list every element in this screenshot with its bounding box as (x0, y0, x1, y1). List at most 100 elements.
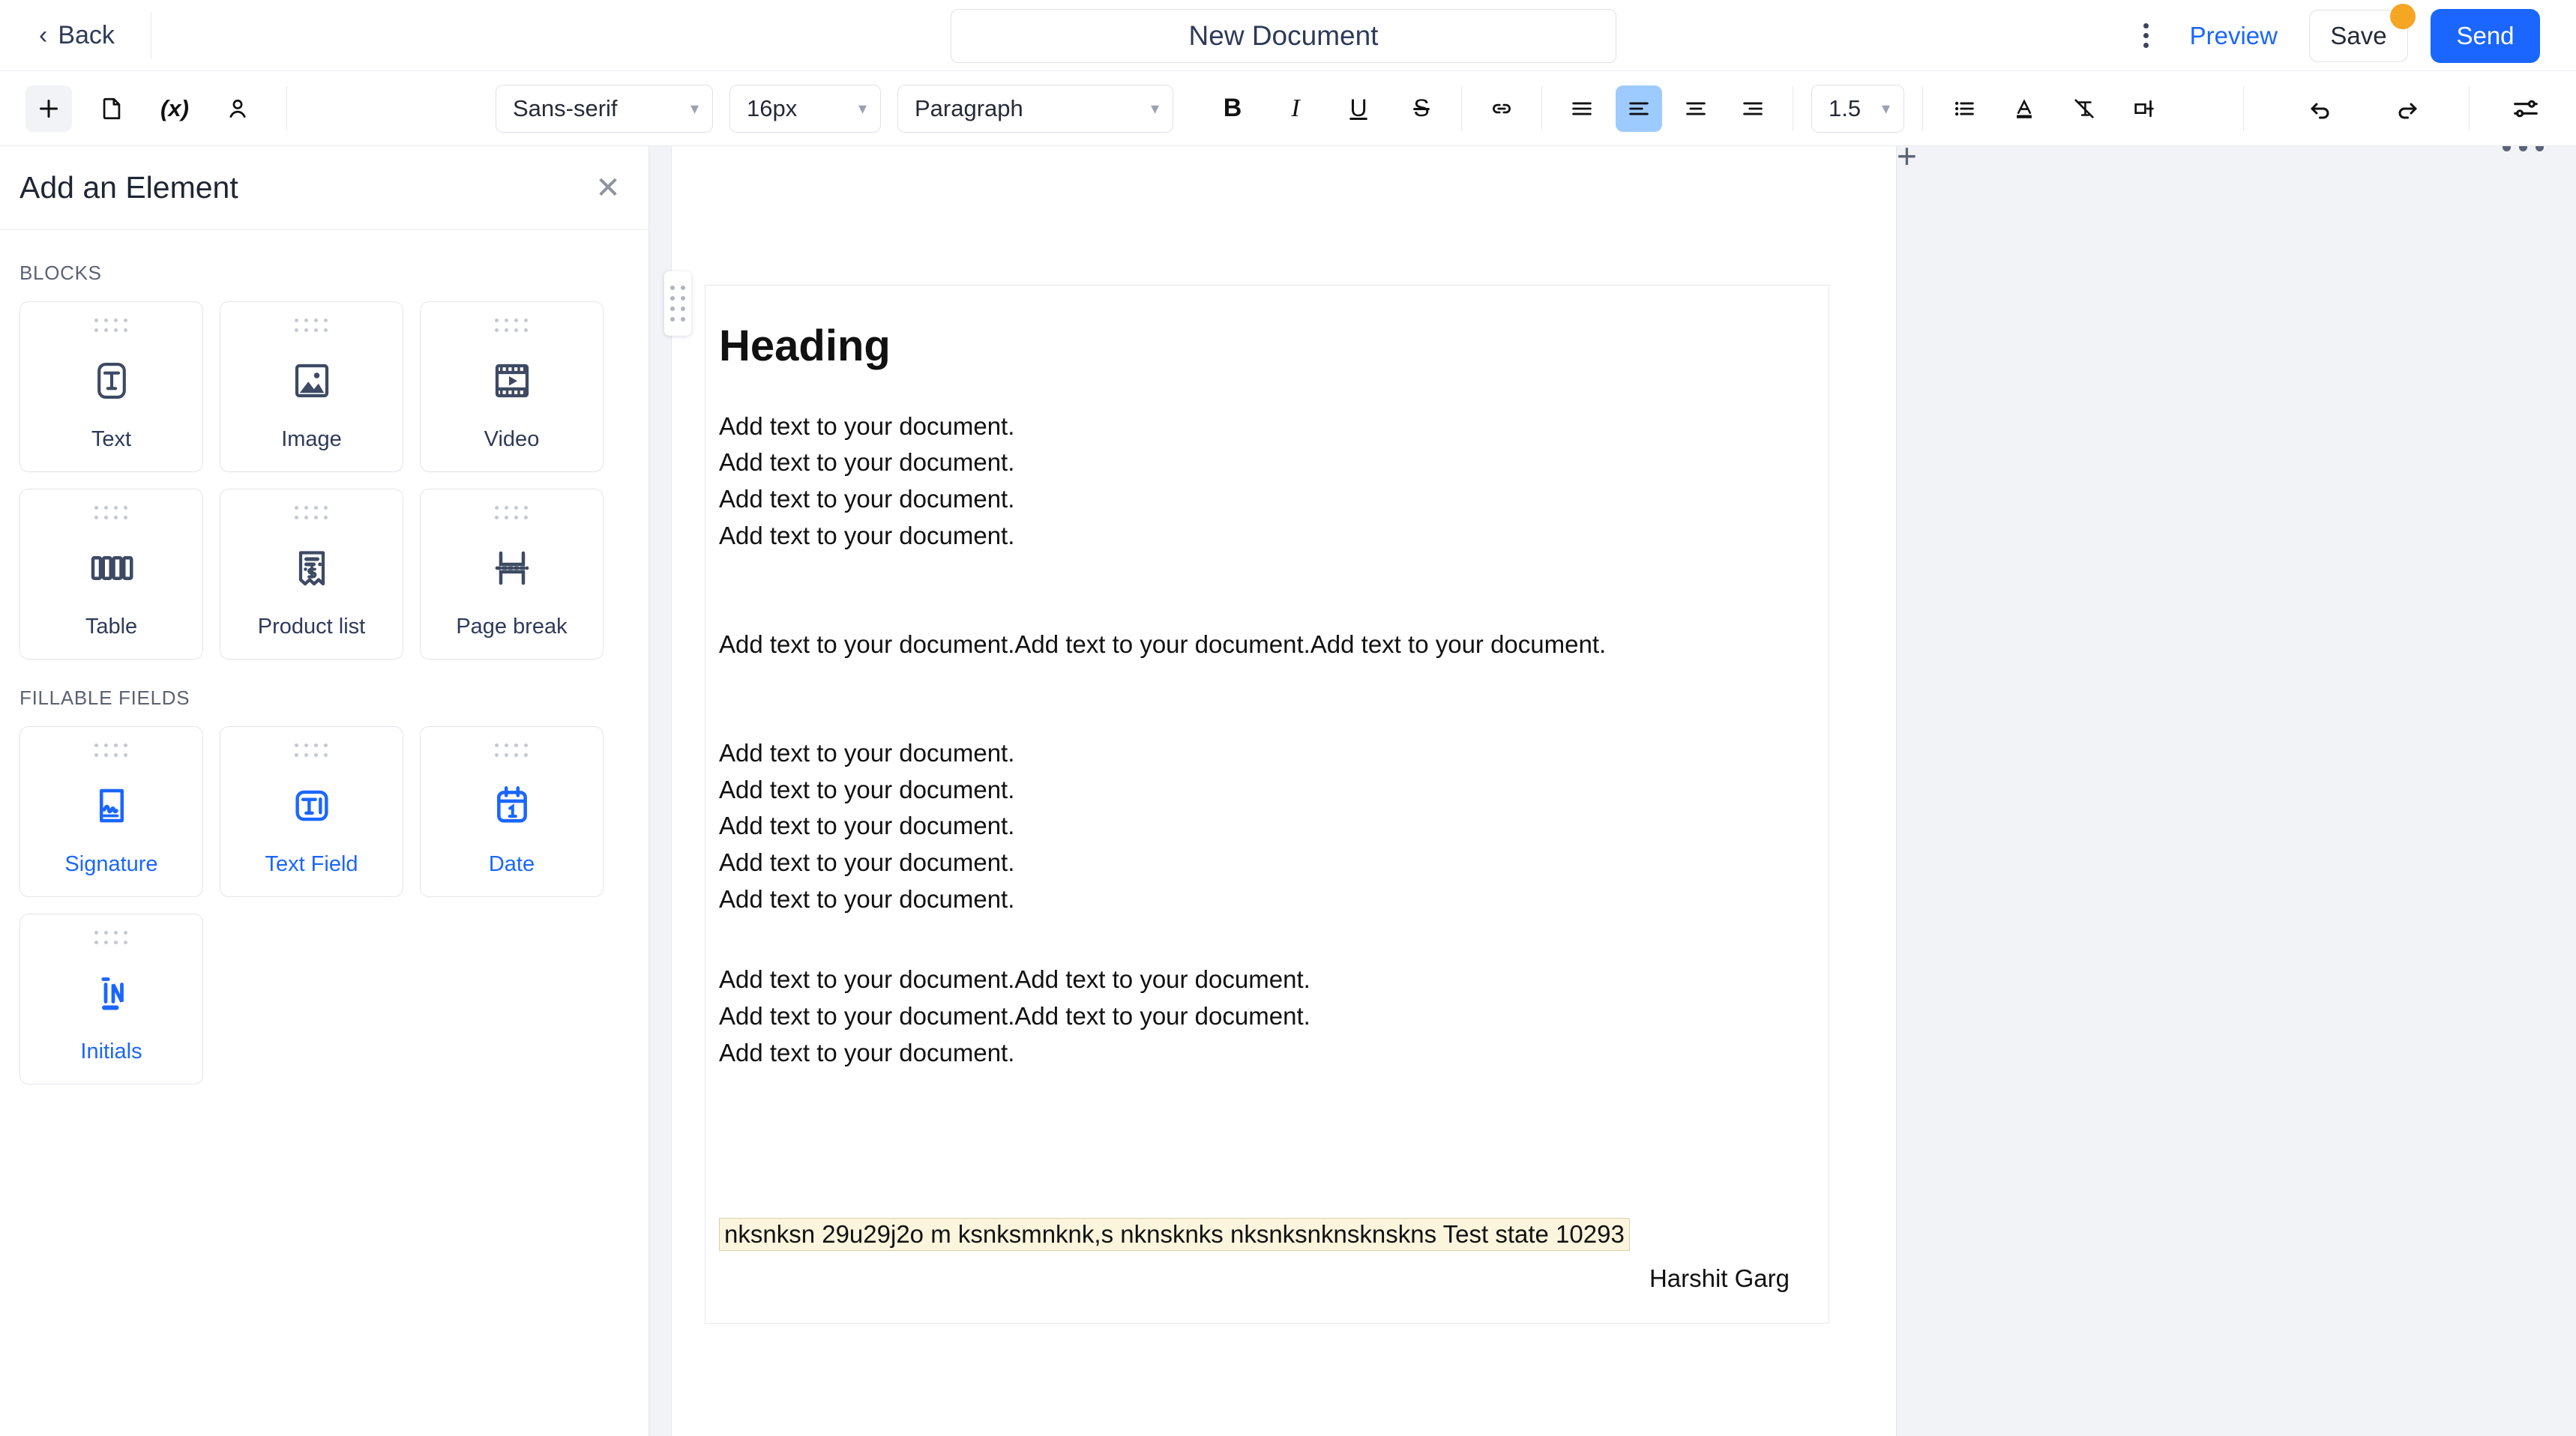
document-paragraph: Add text to your document. (719, 775, 1015, 803)
element-card-label: Image (281, 427, 342, 451)
document-paragraph: Add text to your document. (719, 411, 1015, 440)
font-family-select[interactable]: Sans-serif ▾ (496, 84, 713, 133)
drag-handle-icon (294, 743, 329, 758)
element-card-video[interactable]: Video (420, 301, 604, 472)
paragraph-style-value: Paragraph (915, 94, 1023, 121)
toolbar-format-group: B I U S (1209, 85, 1445, 132)
toolbar-divider (2469, 85, 2470, 131)
chevron-down-icon: ▾ (690, 98, 699, 118)
element-card-text[interactable]: Text (19, 301, 203, 472)
align-center-button[interactable] (1673, 85, 1719, 132)
clear-formatting-button[interactable] (2061, 85, 2107, 132)
close-icon[interactable]: ✕ (587, 167, 629, 209)
link-icon (1493, 103, 1511, 113)
document-canvas: + Heading Add text to your document. Add… (649, 146, 2576, 1436)
element-card-label: Table (85, 615, 138, 639)
align-justify-icon (1572, 102, 1592, 115)
align-right-button[interactable] (1730, 85, 1776, 132)
chevron-down-icon: ▾ (858, 98, 867, 118)
add-block-icon[interactable]: + (1897, 146, 1917, 173)
page-break-button[interactable] (2121, 85, 2167, 132)
element-card-label: Product list (257, 615, 366, 639)
element-card-signature[interactable]: Signature (19, 726, 203, 897)
fillable-fields-grid: Signature Text Field Date Initials (19, 726, 629, 1084)
initials-icon (89, 946, 134, 1040)
paragraph-group-3: Add text to your document. Add text to y… (719, 735, 1793, 918)
undo-button[interactable] (2298, 85, 2344, 132)
paragraph-style-select[interactable]: Paragraph ▾ (897, 84, 1173, 133)
align-right-icon (1743, 102, 1763, 115)
panel-body: BLOCKS Text Image Video Table Product li… (0, 230, 648, 1084)
align-justify-button[interactable] (1559, 85, 1605, 132)
panel-title: Add an Element (19, 170, 238, 205)
strikethrough-button[interactable]: S (1398, 85, 1445, 132)
back-label: Back (58, 20, 115, 49)
image-icon (289, 334, 334, 427)
send-button[interactable]: Send (2431, 8, 2540, 63)
drag-handle-icon (294, 506, 329, 521)
sliders-icon (2514, 100, 2538, 117)
unsaved-changes-dot-icon (2390, 3, 2416, 29)
document-paragraph: Add text to your document. (719, 738, 1015, 767)
line-height-select[interactable]: 1.5 ▾ (1811, 84, 1904, 133)
chevron-down-icon: ▾ (1150, 98, 1159, 118)
element-card-table[interactable]: Table (19, 489, 203, 660)
element-card-label: Date (488, 852, 535, 876)
document-title-input[interactable]: New Document (951, 9, 1616, 63)
chevron-left-icon: ‹ (39, 21, 48, 49)
insert-link-button[interactable] (1478, 85, 1525, 132)
element-card-date[interactable]: Date (420, 726, 604, 897)
block-options-icon[interactable] (2503, 146, 2544, 151)
document-block-wrapper: Heading Add text to your document. Add t… (664, 271, 1829, 1324)
bold-button[interactable]: B (1209, 85, 1256, 132)
document-paragraph: Add text to your document. (719, 885, 1015, 914)
element-card-label: Text (91, 427, 132, 451)
element-card-text-field[interactable]: Text Field (220, 726, 403, 897)
receipt-dollar-icon (291, 521, 333, 615)
bold-icon: B (1223, 94, 1242, 122)
drag-handle-icon[interactable] (664, 271, 691, 336)
editor-toolbar: (x) Sans-serif ▾ 16px ▾ Paragraph ▾ B I … (0, 71, 2576, 146)
document-settings-button[interactable] (88, 85, 135, 132)
document-paragraph: Add text to your document. (719, 1038, 1015, 1067)
element-card-initials[interactable]: Initials (19, 914, 203, 1084)
back-button[interactable]: ‹ Back (39, 13, 115, 58)
drag-handle-icon (494, 743, 529, 758)
align-center-icon (1686, 102, 1706, 115)
variables-button[interactable]: (x) (151, 85, 198, 132)
element-card-product-list[interactable]: Product list (220, 489, 403, 660)
element-card-page-break[interactable]: Page break (420, 489, 604, 660)
italic-button[interactable]: I (1272, 85, 1319, 132)
toolbar-align-group (1559, 85, 1776, 132)
recipients-button[interactable] (214, 85, 261, 132)
toolbar-insert-group: (x) (25, 85, 261, 132)
text-field-icon (289, 758, 335, 852)
page-break-icon (490, 521, 535, 615)
drag-handle-icon (94, 506, 129, 521)
document-paragraph: Add text to your document.Add text to yo… (719, 1001, 1310, 1030)
paragraph-group-4: Add text to your document.Add text to yo… (719, 962, 1793, 1071)
toolbar-divider (2243, 85, 2244, 131)
save-button-wrapper: Save (2309, 3, 2416, 62)
font-size-select[interactable]: 16px ▾ (729, 84, 881, 133)
toolbar-divider (1461, 85, 1462, 131)
redo-button[interactable] (2383, 85, 2430, 132)
line-height-value: 1.5 (1829, 94, 1862, 121)
preview-button[interactable]: Preview (2190, 22, 2278, 50)
bullet-list-button[interactable] (1941, 85, 1987, 132)
video-icon (490, 334, 535, 427)
align-left-button[interactable] (1616, 85, 1662, 132)
element-card-image[interactable]: Image (220, 301, 403, 472)
text-block[interactable]: Heading Add text to your document. Add t… (705, 285, 1829, 1324)
document-paragraph: Add text to your document. (719, 448, 1015, 477)
text-color-button[interactable] (2001, 85, 2047, 132)
table-icon (87, 521, 136, 615)
kebab-menu-icon[interactable] (2125, 15, 2167, 57)
section-label-fillable-fields: FILLABLE FIELDS (19, 687, 190, 709)
underline-button[interactable]: U (1335, 85, 1382, 132)
element-card-label: Page break (456, 615, 568, 639)
add-element-button[interactable] (25, 85, 72, 132)
editor-settings-button[interactable] (2503, 85, 2549, 132)
document-paragraph: Add text to your document. (719, 812, 1015, 840)
